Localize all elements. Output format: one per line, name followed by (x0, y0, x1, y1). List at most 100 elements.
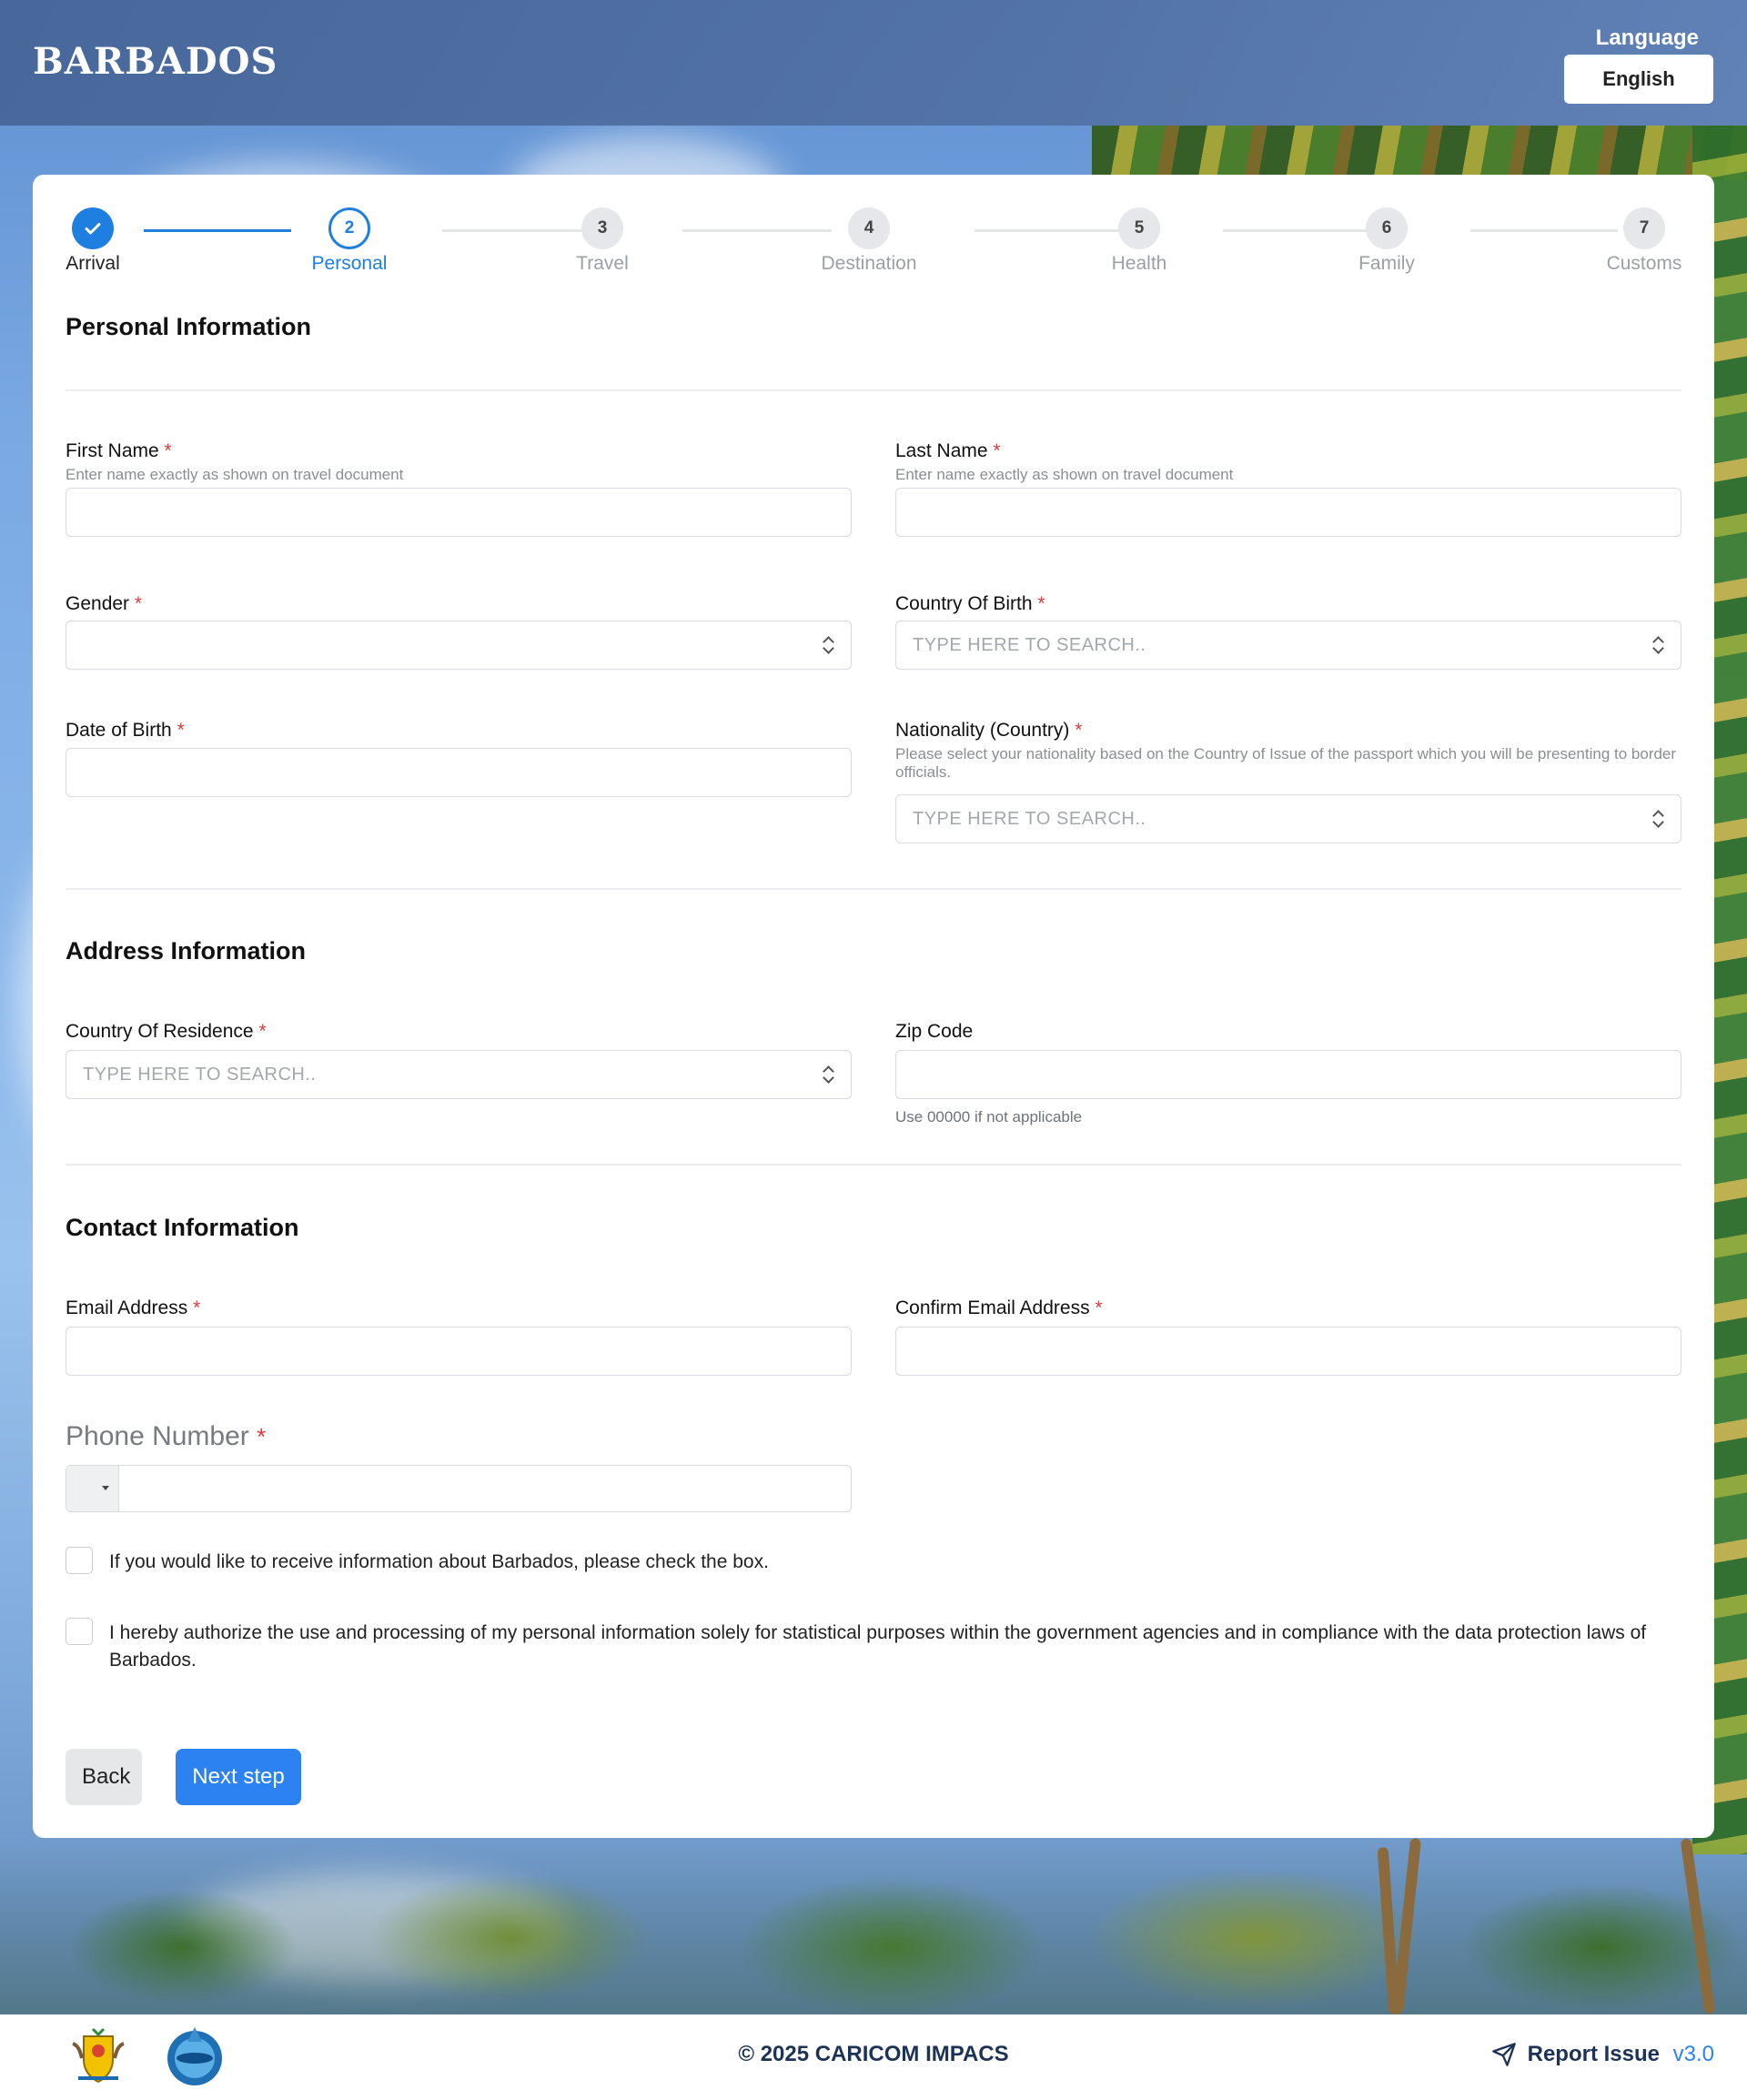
zip-code-input[interactable] (895, 1050, 1681, 1099)
last-name-field: Last Name * Enter name exactly as shown … (895, 440, 1681, 537)
section-title-address: Address Information (66, 937, 307, 964)
step-arrival[interactable]: Arrival (38, 207, 147, 275)
confirm-email-label: Confirm Email Address (895, 1297, 1090, 1318)
step-label: Personal (311, 253, 388, 274)
zip-code-label: Zip Code (895, 1021, 974, 1042)
form-card: Arrival 2 Personal 3 Travel 4 Destinatio… (33, 175, 1714, 1838)
first-name-input[interactable] (66, 488, 852, 537)
authorize-consent-checkbox[interactable] (66, 1618, 93, 1645)
step-number: 5 (1118, 207, 1160, 249)
country-of-birth-placeholder: TYPE HERE TO SEARCH.. (913, 634, 1146, 655)
step-label: Health (1111, 253, 1167, 274)
next-step-button[interactable]: Next step (176, 1749, 301, 1805)
email-field: Email Address * (66, 1297, 852, 1376)
zip-code-field: Zip Code Use 00000 if not applicable (895, 1021, 1681, 1126)
phone-number-input[interactable] (119, 1466, 851, 1511)
chevron-updown-icon (822, 1064, 834, 1085)
step-personal[interactable]: 2 Personal (295, 207, 404, 275)
caret-down-icon (102, 1486, 109, 1490)
info-consent-row: If you would like to receive information… (66, 1547, 1681, 1576)
version-label: v3.0 (1672, 2042, 1714, 2066)
step-destination[interactable]: 4 Destination (814, 207, 924, 275)
divider (66, 888, 1681, 890)
divider (66, 1164, 1681, 1166)
step-label: Customs (1606, 253, 1682, 274)
site-header: BARBADOS Language English (0, 0, 1747, 126)
gender-field: Gender * (66, 593, 852, 670)
country-of-birth-label: Country Of Birth (895, 593, 1033, 614)
step-number: 3 (581, 207, 623, 249)
step-customs[interactable]: 7 Customs (1590, 207, 1699, 275)
required-mark: * (1037, 593, 1045, 614)
report-issue-label: Report Issue (1527, 2042, 1660, 2066)
info-consent-text: If you would like to receive information… (109, 1551, 769, 1572)
step-family[interactable]: 6 Family (1332, 207, 1441, 275)
nationality-label: Nationality (Country) (895, 720, 1070, 741)
language-label: Language (1595, 25, 1699, 50)
country-code-dropdown[interactable] (66, 1466, 119, 1511)
report-issue-link[interactable]: Report Issue (1491, 2042, 1660, 2067)
step-travel[interactable]: 3 Travel (548, 207, 657, 275)
section-title-contact: Contact Information (66, 1214, 299, 1241)
country-of-birth-select[interactable]: TYPE HERE TO SEARCH.. (895, 621, 1681, 670)
required-mark: * (993, 440, 1001, 461)
info-consent-checkbox[interactable] (66, 1547, 93, 1574)
phone-number-label: Phone Number (66, 1421, 249, 1451)
date-of-birth-field: Date of Birth * (66, 720, 852, 797)
last-name-label: Last Name (895, 440, 988, 461)
required-mark: * (1075, 720, 1083, 741)
authorize-consent-text: I hereby authorize the use and processin… (109, 1622, 1647, 1671)
section-title-personal: Personal Information (66, 313, 312, 340)
country-of-residence-label: Country Of Residence (66, 1021, 254, 1042)
chevron-updown-icon (1651, 808, 1664, 830)
phone-number-field: Phone Number * (66, 1421, 852, 1512)
nationality-placeholder: TYPE HERE TO SEARCH.. (913, 808, 1146, 829)
required-mark: * (177, 720, 185, 741)
date-of-birth-input[interactable] (66, 748, 852, 797)
step-number: 7 (1623, 207, 1665, 249)
site-footer: © 2025 CARICOM IMPACS Report Issue v3.0 (0, 2014, 1747, 2100)
country-of-residence-placeholder: TYPE HERE TO SEARCH.. (83, 1064, 317, 1085)
confirm-email-input[interactable] (895, 1327, 1681, 1376)
checkmark-icon (72, 207, 114, 249)
email-input[interactable] (66, 1327, 852, 1376)
required-mark: * (258, 1021, 267, 1042)
email-label: Email Address (66, 1297, 188, 1318)
country-of-residence-field: Country Of Residence * TYPE HERE TO SEAR… (66, 1021, 852, 1099)
step-health[interactable]: 5 Health (1085, 207, 1194, 275)
country-of-birth-field: Country Of Birth * TYPE HERE TO SEARCH.. (895, 593, 1681, 670)
progress-stepper: Arrival 2 Personal 3 Travel 4 Destinatio… (66, 207, 1681, 280)
send-icon (1491, 2043, 1516, 2066)
first-name-label: First Name (66, 440, 159, 461)
phone-input-group (66, 1465, 852, 1512)
confirm-email-field: Confirm Email Address * (895, 1297, 1681, 1376)
step-label: Family (1358, 253, 1415, 274)
step-connector (682, 229, 832, 232)
nationality-hint: Please select your nationality based on … (895, 745, 1677, 781)
step-number: 6 (1366, 207, 1408, 249)
back-button[interactable]: Back (66, 1749, 142, 1805)
required-mark: * (257, 1423, 267, 1450)
step-label: Travel (576, 253, 629, 274)
gender-label: Gender (66, 593, 130, 614)
required-mark: * (1095, 1297, 1103, 1318)
step-label: Destination (821, 253, 917, 274)
required-mark: * (193, 1297, 201, 1318)
first-name-field: First Name * Enter name exactly as shown… (66, 440, 852, 537)
step-label: Arrival (66, 253, 120, 274)
step-number: 2 (328, 207, 370, 249)
first-name-hint: Enter name exactly as shown on travel do… (66, 466, 404, 483)
zip-code-hint: Use 00000 if not applicable (895, 1108, 1083, 1126)
divider (66, 389, 1681, 391)
date-of-birth-label: Date of Birth (66, 720, 172, 741)
language-selector-button[interactable]: English (1564, 55, 1713, 104)
country-of-residence-select[interactable]: TYPE HERE TO SEARCH.. (66, 1050, 852, 1099)
chevron-updown-icon (822, 634, 834, 656)
gender-select[interactable] (66, 621, 852, 670)
chevron-updown-icon (1651, 634, 1664, 656)
barbados-logo[interactable]: BARBADOS (33, 40, 278, 83)
last-name-input[interactable] (895, 488, 1681, 537)
nationality-select[interactable]: TYPE HERE TO SEARCH.. (895, 794, 1681, 843)
required-mark: * (134, 593, 143, 614)
nationality-field: Nationality (Country) * Please select yo… (895, 720, 1681, 843)
